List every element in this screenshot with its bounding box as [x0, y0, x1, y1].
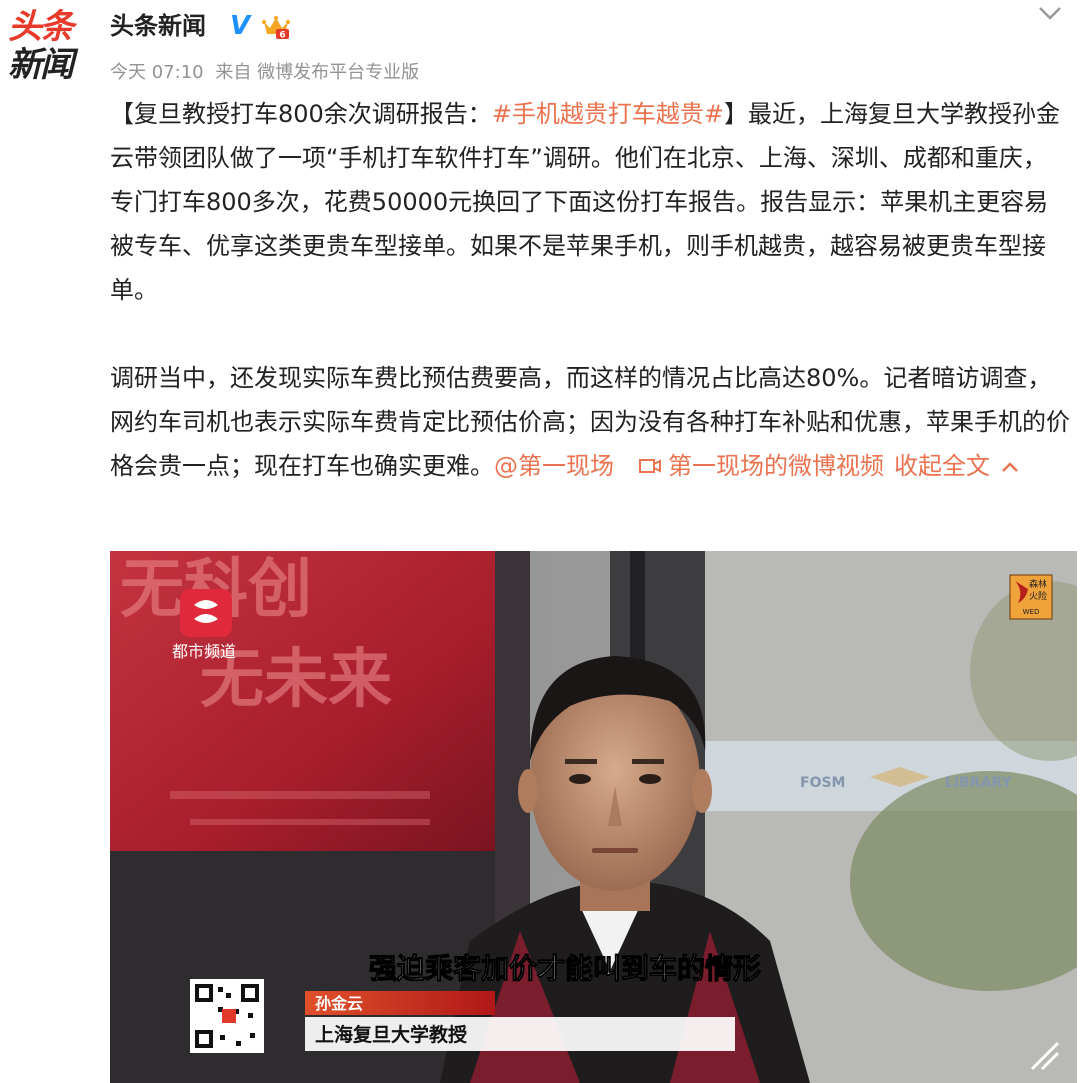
- library-sign-left: FOSM: [800, 775, 845, 791]
- post-time[interactable]: 今天 07:10: [110, 62, 204, 83]
- logo-text-bottom: 新闻: [8, 45, 74, 85]
- channel-logo-icon: [180, 589, 232, 637]
- video-player[interactable]: 无科创 无未来 FOSM LIBRARY 都市频道 森林 火险 WED: [110, 551, 1077, 1083]
- chevron-down-icon[interactable]: [1036, 2, 1064, 24]
- channel-name: 都市频道: [172, 642, 236, 661]
- hashtag-link[interactable]: #手机越贵打车越贵#: [492, 100, 724, 128]
- vip-level: 6: [279, 31, 285, 41]
- mention-link[interactable]: @第一现场: [494, 452, 614, 480]
- collapse-label: 收起全文: [894, 452, 990, 480]
- badge-mid: 火险: [1029, 590, 1047, 602]
- verified-badge-icon: V: [230, 11, 251, 41]
- toutiao-news-logo[interactable]: 头条 新闻: [8, 8, 86, 88]
- post-meta: 今天 07:10 来自 微博发布平台专业版: [110, 60, 419, 86]
- post-body-1: 】最近，上海复旦大学教授孙金云带领团队做了一项“手机打车软件打车”调研。他们在北…: [110, 100, 1061, 304]
- post-lead: 【复旦教授打车800余次调研报告：: [110, 100, 492, 128]
- video-subtitle: 强迫乘客加价才能叫到车的情形: [369, 952, 761, 985]
- library-sign-right: LIBRARY: [945, 775, 1012, 791]
- video-link-label: 第一现场的微博视频: [668, 452, 884, 480]
- collapse-link[interactable]: 收起全文: [894, 452, 1020, 480]
- video-camera-icon: [639, 459, 661, 473]
- badge-top: 森林: [1029, 578, 1047, 590]
- username[interactable]: 头条新闻: [110, 10, 206, 42]
- logo-text-top: 头条: [8, 7, 74, 47]
- name-tag: 孙金云: [315, 994, 363, 1013]
- post-content: 【复旦教授打车800余次调研报告：#手机越贵打车越贵#】最近，上海复旦大学教授孙…: [110, 92, 1070, 488]
- qr-code: [190, 979, 264, 1053]
- post-source: 来自 微博发布平台专业版: [215, 62, 420, 83]
- post-paragraph-2: 调研当中，还发现实际车费比预估费要高，而这样的情况占比高达80%。记者暗访调查，…: [110, 356, 1070, 488]
- video-frame: 无科创 无未来 FOSM LIBRARY 都市频道 森林 火险 WED: [110, 551, 1077, 1083]
- vip-crown-icon: 6: [262, 16, 290, 41]
- post-paragraph-1: 【复旦教授打车800余次调研报告：#手机越贵打车越贵#】最近，上海复旦大学教授孙…: [110, 92, 1070, 312]
- video-link[interactable]: 第一现场的微博视频: [638, 452, 884, 480]
- chevron-up-icon: [1002, 462, 1018, 472]
- title-tag: 上海复旦大学教授: [315, 1023, 468, 1046]
- badge-bottom: WED: [1023, 608, 1040, 616]
